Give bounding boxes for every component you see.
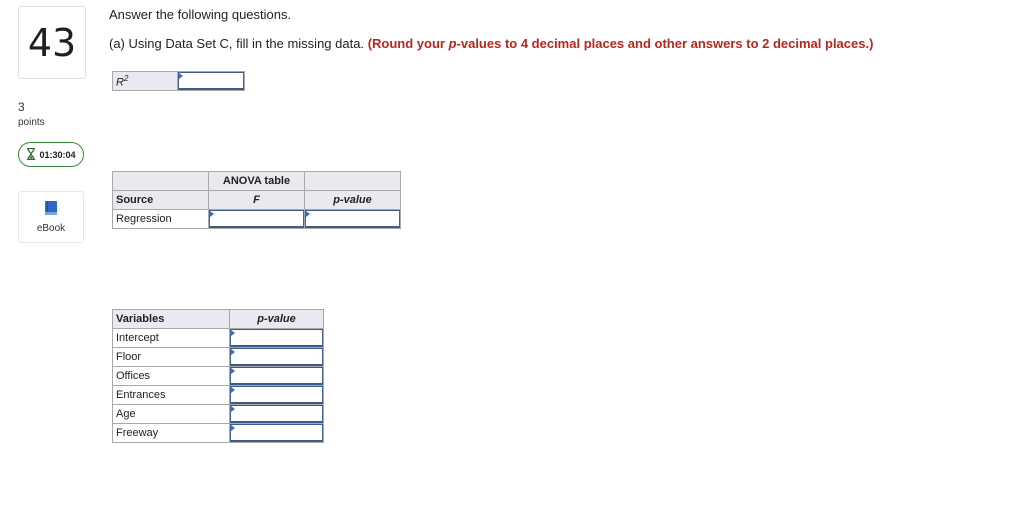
- input-flag-icon: [306, 211, 310, 217]
- variables-pvalue-header: p-value: [229, 309, 324, 329]
- r-squared-label: R2: [112, 71, 178, 91]
- age-pvalue-input[interactable]: [230, 405, 323, 423]
- timer-text: 01:30:04: [39, 149, 76, 160]
- timer-badge[interactable]: 01:30:04: [18, 142, 84, 167]
- input-flag-icon: [210, 211, 214, 217]
- table-row: Regression: [112, 209, 401, 229]
- part-a-prompt: (a) Using Data Set C, fill in the missin…: [109, 36, 873, 51]
- r-squared-input[interactable]: [178, 72, 244, 90]
- table-row: Age: [112, 404, 324, 424]
- anova-header-f: F: [208, 190, 305, 210]
- anova-title: ANOVA table: [208, 171, 305, 191]
- variable-floor: Floor: [112, 347, 230, 367]
- rounding-hint: (Round your p-values to 4 decimal places…: [367, 36, 874, 51]
- question-number: 43: [18, 6, 86, 79]
- table-row: Freeway: [112, 423, 324, 443]
- ebook-label: eBook: [36, 223, 66, 234]
- part-a-prefix: (a) Using Data Set C, fill in the missin…: [109, 36, 365, 51]
- points-value: 3: [18, 100, 25, 114]
- variable-intercept: Intercept: [112, 328, 230, 348]
- anova-header-source: Source: [112, 190, 209, 210]
- table-row: Intercept: [112, 328, 324, 348]
- table-row: Entrances: [112, 385, 324, 405]
- freeway-pvalue-input[interactable]: [230, 424, 323, 442]
- intercept-pvalue-input[interactable]: [230, 329, 323, 347]
- input-flag-icon: [231, 368, 235, 374]
- instructions-text: Answer the following questions.: [109, 7, 292, 22]
- variable-age: Age: [112, 404, 230, 424]
- anova-header-pvalue: p-value: [304, 190, 401, 210]
- book-icon: [44, 200, 58, 219]
- r-squared-cell: [177, 71, 245, 91]
- input-flag-icon: [179, 73, 183, 79]
- variable-entrances: Entrances: [112, 385, 230, 405]
- anova-pvalue-input[interactable]: [305, 210, 400, 228]
- hourglass-icon: [26, 147, 36, 162]
- input-flag-icon: [231, 330, 235, 336]
- variable-offices: Offices: [112, 366, 230, 386]
- anova-table: ANOVA table Source F p-value Regression: [112, 171, 401, 229]
- table-row: Offices: [112, 366, 324, 386]
- ebook-button[interactable]: eBook: [18, 191, 84, 243]
- variables-table: Variables p-value Intercept Floor Office…: [112, 309, 324, 443]
- input-flag-icon: [231, 349, 235, 355]
- anova-f-input[interactable]: [209, 210, 304, 228]
- r-squared-table: R2: [112, 71, 245, 91]
- points-label: points: [18, 117, 45, 128]
- input-flag-icon: [231, 406, 235, 412]
- offices-pvalue-input[interactable]: [230, 367, 323, 385]
- floor-pvalue-input[interactable]: [230, 348, 323, 366]
- variables-header: Variables: [112, 309, 230, 329]
- entrances-pvalue-input[interactable]: [230, 386, 323, 404]
- anova-source-regression: Regression: [112, 209, 209, 229]
- input-flag-icon: [231, 425, 235, 431]
- input-flag-icon: [231, 387, 235, 393]
- variable-freeway: Freeway: [112, 423, 230, 443]
- table-row: Floor: [112, 347, 324, 367]
